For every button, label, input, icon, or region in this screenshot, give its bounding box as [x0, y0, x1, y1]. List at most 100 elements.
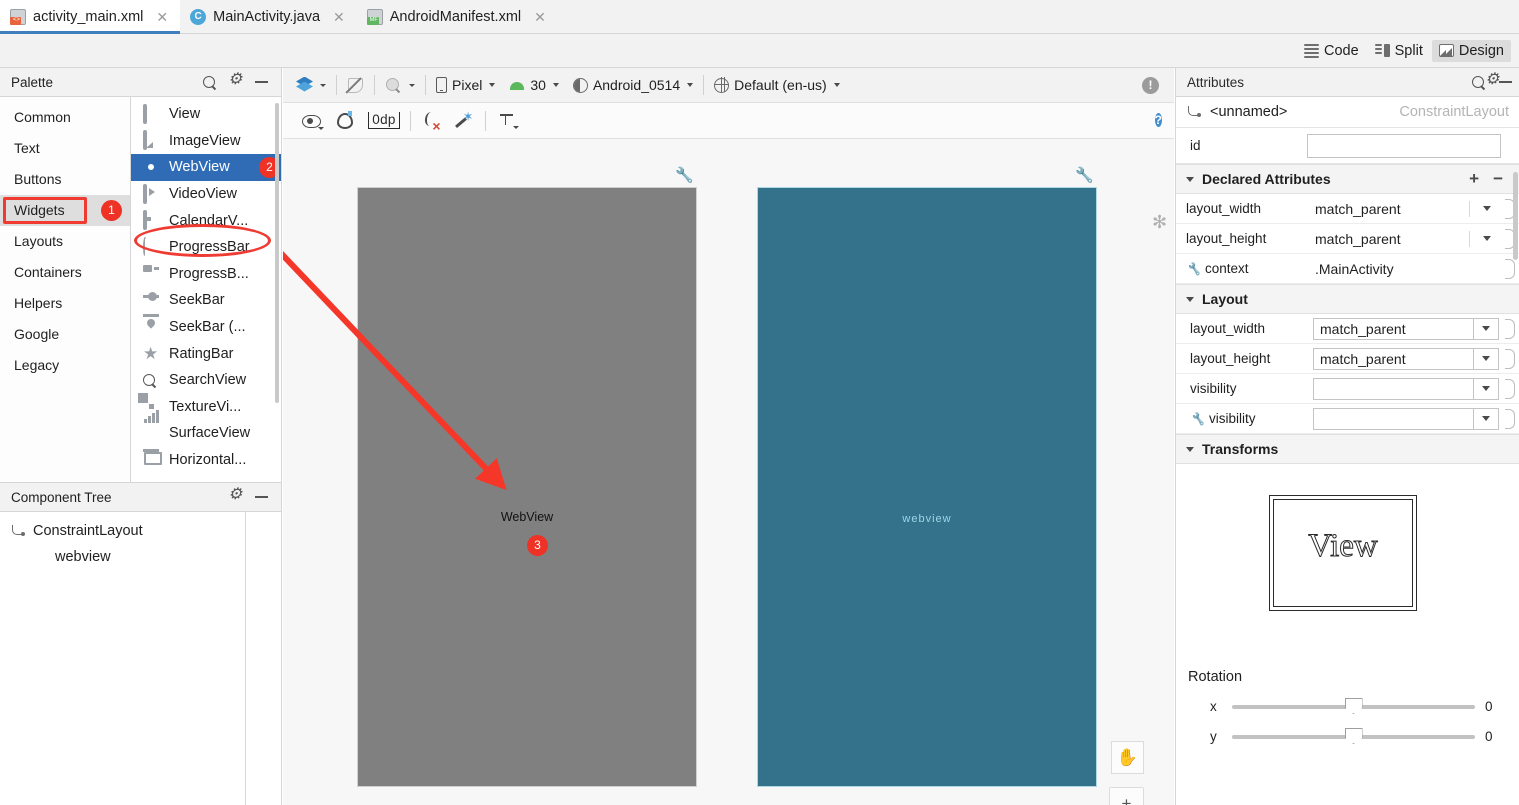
id-input[interactable] — [1307, 133, 1501, 158]
palette-item-searchview[interactable]: SearchView — [131, 367, 281, 394]
slider-knob[interactable] — [1344, 698, 1363, 714]
palette-settings-button[interactable] — [222, 70, 248, 94]
design-canvas[interactable]: ✻ 🔧 WebView 🔧 webview 3 ✋ + — [283, 139, 1174, 805]
palette-item-videoview[interactable]: VideoView — [131, 181, 281, 208]
palette-item-imageview[interactable]: ImageView — [131, 128, 281, 155]
attribute-row-visibility[interactable]: visibility — [1176, 374, 1519, 404]
palette-item-progressbar-horizontal[interactable]: ProgressB... — [131, 261, 281, 288]
palette-category-helpers[interactable]: Helpers — [0, 288, 130, 319]
attribute-dropdown-button[interactable] — [1474, 347, 1499, 370]
attribute-value[interactable] — [1313, 377, 1474, 400]
palette-scrollbar[interactable] — [275, 103, 279, 403]
tab-mainactivity-java[interactable]: C MainActivity.java ✕ — [180, 0, 357, 34]
slider-knob[interactable] — [1344, 728, 1363, 744]
autoconnect-button[interactable] — [327, 108, 361, 134]
close-icon[interactable]: ✕ — [333, 9, 345, 26]
close-icon[interactable]: ✕ — [534, 9, 546, 26]
issues-button[interactable]: ! — [1135, 72, 1166, 98]
rotation-x-row[interactable]: x 0 — [1176, 691, 1519, 721]
section-layout[interactable]: Layout — [1176, 284, 1519, 314]
clear-constraints-button[interactable] — [414, 108, 448, 134]
palette-category-legacy[interactable]: Legacy — [0, 350, 130, 381]
attribute-row-layout-width[interactable]: layout_width match_parent — [1176, 314, 1519, 344]
palette-category-layouts[interactable]: Layouts — [0, 226, 130, 257]
palette-item-seekbar-discrete[interactable]: SeekBar (... — [131, 314, 281, 341]
attribute-value[interactable]: match_parent — [1313, 317, 1474, 340]
tree-node-constraintlayout[interactable]: ConstraintLayout — [0, 518, 245, 544]
attribute-dropdown-button[interactable] — [1474, 377, 1499, 400]
attribute-row-layout-width-declared[interactable]: layout_width match_parent — [1176, 194, 1519, 224]
view-options-button[interactable] — [293, 108, 327, 134]
attribute-value[interactable]: .MainActivity — [1313, 257, 1499, 280]
attributes-minimize-button[interactable] — [1499, 81, 1512, 83]
rotation-x-slider[interactable] — [1232, 696, 1475, 716]
attribute-row-layout-height[interactable]: layout_height match_parent — [1176, 344, 1519, 374]
attribute-value[interactable] — [1313, 407, 1474, 430]
attribute-row-layout-height-declared[interactable]: layout_height match_parent — [1176, 224, 1519, 254]
attribute-dropdown-button[interactable] — [1474, 227, 1499, 250]
attributes-search-button[interactable] — [1472, 75, 1485, 89]
tab-androidmanifest-xml[interactable]: MF AndroidManifest.xml ✕ — [357, 0, 558, 34]
palette-category-common[interactable]: Common — [0, 102, 130, 133]
loading-spinner-icon: ✻ — [1152, 212, 1168, 232]
palette-item-ratingbar[interactable]: ★ RatingBar — [131, 340, 281, 367]
attribute-dropdown-button[interactable] — [1474, 407, 1499, 430]
palette-category-buttons[interactable]: Buttons — [0, 164, 130, 195]
palette-item-calendarview[interactable]: CalendarV... — [131, 207, 281, 234]
zoom-dropdown-button[interactable] — [378, 72, 422, 98]
palette-category-text[interactable]: Text — [0, 133, 130, 164]
pan-icon[interactable]: ✋ — [1111, 741, 1144, 774]
palette-item-webview[interactable]: WebView 2 — [131, 154, 281, 181]
render-settings-wrench-icon[interactable]: 🔧 — [675, 166, 694, 184]
default-margin-button[interactable]: 0dp — [361, 108, 407, 134]
add-attribute-button[interactable]: + — [1469, 170, 1479, 187]
palette-category-google[interactable]: Google — [0, 319, 130, 350]
infer-constraints-button[interactable] — [448, 108, 482, 134]
attribute-dropdown-button[interactable] — [1474, 317, 1499, 340]
tree-node-webview[interactable]: webview — [0, 544, 245, 570]
attribute-row-context[interactable]: 🔧 context .MainActivity — [1176, 254, 1519, 284]
palette-item-progressbar[interactable]: ProgressBar — [131, 234, 281, 261]
attributes-scrollbar[interactable] — [1513, 172, 1518, 260]
design-mode-button[interactable]: Design — [1431, 39, 1511, 62]
palette-category-containers[interactable]: Containers — [0, 257, 130, 288]
palette-item-seekbar[interactable]: SeekBar — [131, 287, 281, 314]
help-button[interactable]: ? — [1154, 112, 1162, 129]
palette-category-widgets[interactable]: Widgets 1 — [0, 195, 130, 226]
component-tree-minimize-button[interactable] — [248, 485, 274, 509]
code-mode-button[interactable]: Code — [1297, 40, 1366, 62]
rotation-y-row[interactable]: y 0 — [1176, 721, 1519, 751]
palette-item-surfaceview[interactable]: SurfaceView — [131, 409, 281, 447]
attribute-value[interactable]: match_parent — [1313, 347, 1474, 370]
api-level-selector[interactable]: 30 — [502, 72, 566, 98]
palette-item-horizontalscrollview[interactable]: Horizontal... — [131, 447, 281, 474]
remove-attribute-button[interactable]: − — [1493, 170, 1503, 187]
baseline-align-button[interactable] — [489, 108, 523, 134]
attribute-value[interactable]: match_parent — [1313, 227, 1469, 250]
device-selector[interactable]: Pixel — [429, 72, 502, 98]
render-preview-screen[interactable]: WebView — [357, 187, 697, 787]
zoom-in-button[interactable]: + — [1110, 788, 1143, 805]
close-icon[interactable]: ✕ — [156, 9, 168, 26]
attribute-value[interactable]: match_parent — [1313, 197, 1469, 220]
theme-selector[interactable]: Android_0514 — [566, 72, 700, 98]
tab-activity-main-xml[interactable]: <> activity_main.xml ✕ — [0, 0, 181, 34]
attribute-row-tools-visibility[interactable]: 🔧 visibility — [1176, 404, 1519, 434]
attribute-dropdown-button[interactable] — [1474, 197, 1499, 220]
palette-minimize-button[interactable] — [248, 70, 274, 94]
section-declared-attributes[interactable]: Declared Attributes + − — [1176, 164, 1519, 194]
component-tree-settings-button[interactable] — [222, 485, 248, 509]
blueprint-settings-wrench-icon[interactable]: 🔧 — [1075, 166, 1094, 184]
blueprint-preview-screen[interactable]: webview — [757, 187, 1097, 787]
attributes-settings-button[interactable] — [1485, 71, 1499, 89]
pan-tool-button[interactable]: ✋ — [1111, 741, 1144, 774]
palette-item-view[interactable]: View — [131, 101, 281, 128]
design-surface-mode-button[interactable] — [289, 72, 333, 98]
rotation-y-slider[interactable] — [1232, 726, 1475, 746]
section-transforms[interactable]: Transforms — [1176, 434, 1519, 464]
split-mode-button[interactable]: Split — [1368, 40, 1430, 62]
locale-selector[interactable]: Default (en-us) — [707, 72, 847, 98]
palette-search-button[interactable] — [196, 70, 222, 94]
orientation-button[interactable] — [340, 72, 371, 98]
attribute-label-text: visibility — [1208, 411, 1256, 426]
